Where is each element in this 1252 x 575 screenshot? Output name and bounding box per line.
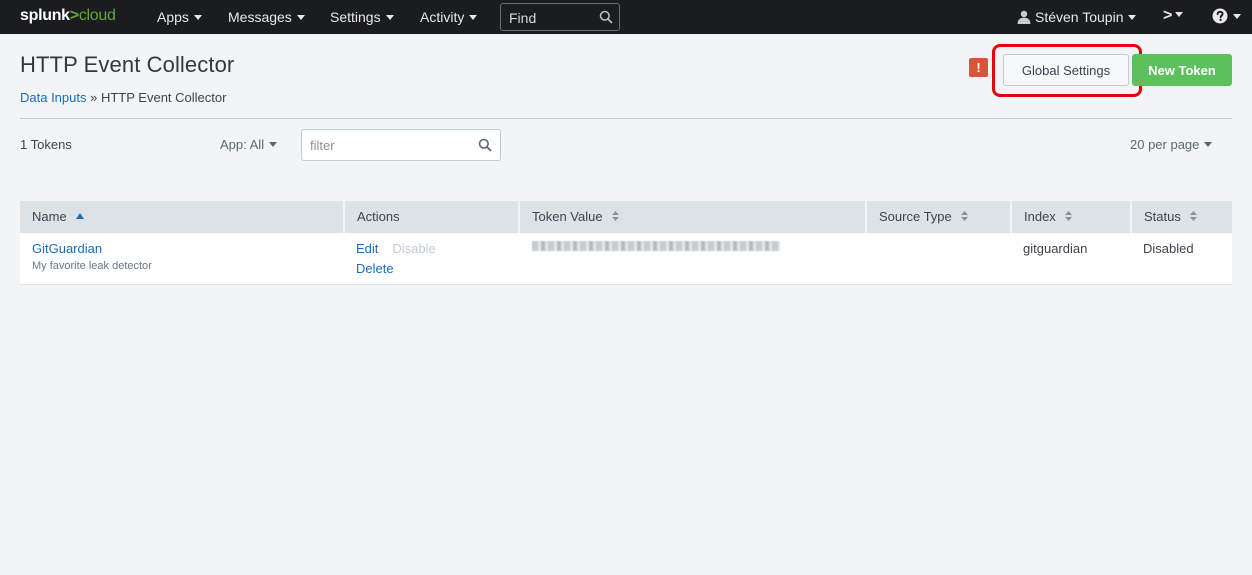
sort-icon (1190, 211, 1198, 222)
header-divider (20, 118, 1232, 119)
cell-index: gitguardian (1023, 241, 1088, 256)
filter-input[interactable] (310, 137, 470, 154)
nav-apps-label: Apps (157, 9, 189, 25)
new-token-button[interactable]: New Token (1132, 54, 1232, 86)
breadcrumb-separator: » (86, 90, 101, 105)
table-row: GitGuardian My favorite leak detector Ed… (20, 233, 1232, 285)
breadcrumb-data-inputs-link[interactable]: Data Inputs (20, 90, 87, 105)
page-title: HTTP Event Collector (20, 52, 235, 77)
sort-icon (961, 211, 969, 222)
chevron-down-icon (1175, 12, 1184, 18)
delete-link[interactable]: Delete (356, 261, 394, 276)
table-header: Name Actions Token Value Source Type Ind… (20, 201, 1232, 233)
sort-icon (1065, 211, 1073, 222)
breadcrumb: Data Inputs » HTTP Event Collector (20, 90, 226, 105)
help-icon (1212, 8, 1228, 24)
chevron-down-icon (269, 142, 278, 148)
redacted-token-value (532, 241, 780, 251)
user-name-label: Stéven Toupin (1035, 9, 1124, 25)
splunk-cloud-logo[interactable]: splunk>cloud (20, 7, 116, 25)
chevron-down-icon (1233, 13, 1241, 19)
chevron-down-icon (193, 14, 202, 20)
command-prompt-menu[interactable]: > (1163, 7, 1184, 25)
column-header-status[interactable]: Status (1132, 201, 1232, 233)
nav-apps-menu[interactable]: Apps (157, 9, 202, 25)
logo-separator: > (69, 7, 79, 24)
nav-activity-label: Activity (420, 9, 465, 25)
cell-status: Disabled (1143, 241, 1194, 256)
app-filter-label: App: All (220, 137, 265, 152)
find-search-box (500, 3, 620, 31)
column-label: Token Value (532, 209, 603, 224)
sort-icon (612, 211, 620, 222)
logo-text-main: splunk (20, 7, 70, 24)
disable-link[interactable]: Disable (392, 241, 435, 256)
column-label: Source Type (879, 209, 952, 224)
token-name-link[interactable]: GitGuardian (32, 241, 102, 256)
filter-box (301, 129, 501, 161)
top-navbar: splunk>cloud Apps Messages Settings Acti… (0, 0, 1252, 34)
cell-actions: Edit Disable Delete (344, 241, 519, 276)
token-count: 1 Tokens (20, 137, 72, 152)
help-menu[interactable] (1212, 8, 1241, 24)
nav-messages-label: Messages (228, 9, 292, 25)
logo-text-sub: cloud (78, 7, 116, 24)
column-header-actions: Actions (345, 201, 520, 233)
user-menu[interactable]: Stéven Toupin (1017, 9, 1137, 25)
user-icon (1017, 10, 1031, 24)
column-label: Actions (357, 209, 400, 224)
per-page-label: 20 per page (1130, 137, 1200, 152)
chevron-down-icon (385, 14, 394, 20)
cell-name: GitGuardian My favorite leak detector (20, 241, 345, 272)
search-icon[interactable] (478, 138, 492, 152)
chevron-down-icon (296, 14, 305, 20)
chevron-down-icon (469, 14, 478, 20)
find-input[interactable] (509, 9, 597, 26)
column-label: Status (1144, 209, 1181, 224)
breadcrumb-current: HTTP Event Collector (100, 90, 227, 105)
column-header-source-type[interactable]: Source Type (867, 201, 1012, 233)
app-filter-dropdown[interactable]: App: All (220, 137, 278, 152)
search-icon[interactable] (599, 10, 613, 24)
per-page-dropdown[interactable]: 20 per page (1130, 137, 1213, 152)
column-label: Name (32, 209, 67, 224)
prompt-label: > (1163, 7, 1173, 24)
nav-activity-menu[interactable]: Activity (420, 9, 478, 25)
nav-messages-menu[interactable]: Messages (228, 9, 305, 25)
column-header-name[interactable]: Name (20, 201, 345, 233)
column-header-index[interactable]: Index (1012, 201, 1132, 233)
alert-badge[interactable]: ! (969, 58, 988, 77)
column-label: Index (1024, 209, 1056, 224)
token-description: My favorite leak detector (32, 260, 152, 272)
chevron-down-icon (1128, 14, 1137, 20)
nav-settings-menu[interactable]: Settings (330, 9, 394, 25)
nav-settings-label: Settings (330, 9, 381, 25)
tokens-table: Name Actions Token Value Source Type Ind… (20, 201, 1232, 285)
column-header-token-value[interactable]: Token Value (520, 201, 867, 233)
edit-link[interactable]: Edit (356, 241, 378, 256)
sort-ascending-icon (76, 213, 85, 220)
chevron-down-icon (1204, 142, 1213, 148)
cell-token-value (520, 233, 867, 254)
highlight-annotation (992, 44, 1142, 97)
